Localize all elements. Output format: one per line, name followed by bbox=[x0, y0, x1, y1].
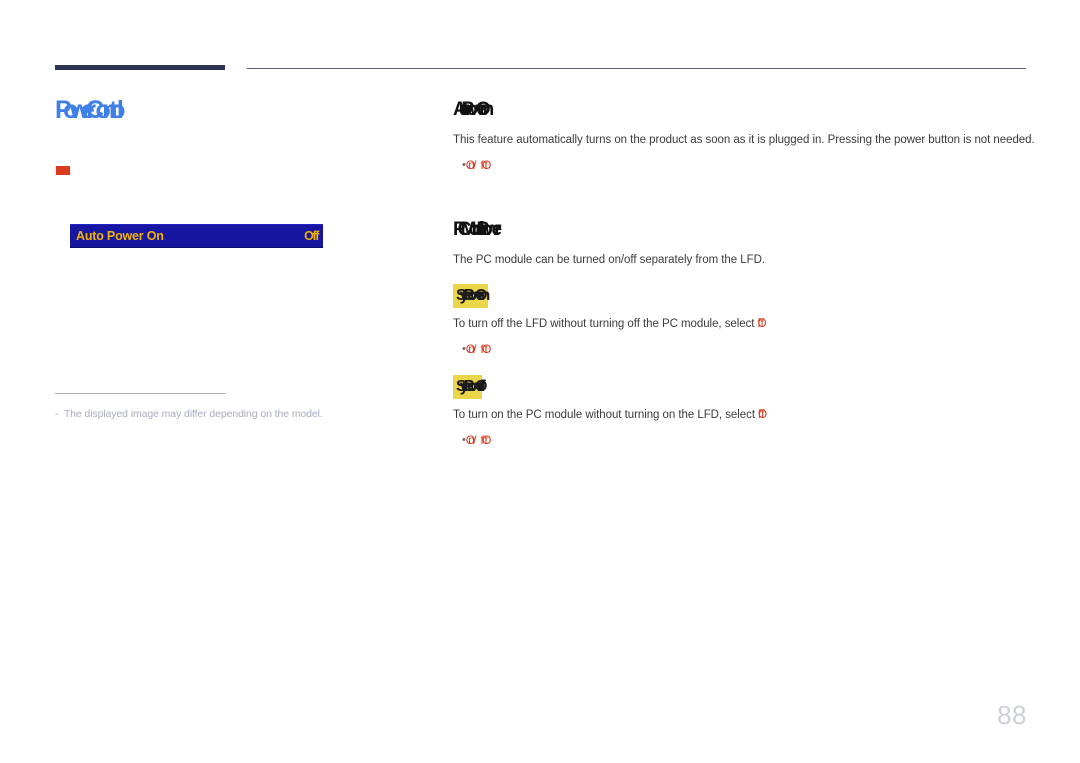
bullet-dot-icon: • bbox=[462, 434, 466, 446]
highlight-sync-power-off: Sync Power-Off bbox=[453, 375, 484, 399]
list-item: • Off / On bbox=[462, 433, 1028, 447]
paragraph-sync-power-off-text: To turn on the PC module without turning… bbox=[453, 409, 759, 421]
osd-menu-row-auto-power-on[interactable]: Auto Power On Off bbox=[70, 224, 323, 248]
breadcrumb: MENU m: ENTER E bbox=[55, 147, 415, 178]
highlight-label: Sync Power-On bbox=[456, 287, 490, 304]
footnote-text: - The displayed image may differ dependi… bbox=[55, 408, 323, 420]
paragraph-sync-power-on-text: To turn off the LFD without turning off … bbox=[453, 318, 758, 330]
sync-power-on-block: Sync Power-On To turn off the LFD withou… bbox=[453, 284, 1028, 356]
bullet-dot-icon: • bbox=[462, 343, 466, 355]
header-accent-bar bbox=[55, 65, 225, 70]
heading-pc-module-power: PC Module Power bbox=[453, 219, 501, 240]
page-header-rules bbox=[0, 0, 1080, 80]
paragraph-auto-power-on: This feature automatically turns on the … bbox=[453, 134, 1035, 146]
paragraph-pc-module-power: The PC module can be turned on/off separ… bbox=[453, 254, 765, 266]
heading-auto-power-on: Auto Power On bbox=[453, 99, 494, 120]
page-number: 88 bbox=[997, 700, 1027, 730]
page-title: Power Control bbox=[55, 96, 124, 124]
osd-item-label: Auto Power On bbox=[76, 229, 164, 243]
paragraph-sync-power-on: To turn off the LFD without turning off … bbox=[453, 316, 1028, 332]
left-column: Power Control MENU m: ENTER E bbox=[55, 95, 415, 178]
paragraph-sync-power-off: To turn on the PC module without turning… bbox=[453, 407, 1028, 423]
highlight-label: Sync Power-Off bbox=[456, 378, 484, 395]
bullet-dot-icon: • bbox=[462, 159, 466, 171]
highlight-sync-power-on: Sync Power-On bbox=[453, 284, 490, 308]
breadcrumb-menu-path: MENU m bbox=[55, 163, 71, 178]
list-item: • Off / On bbox=[462, 342, 1028, 356]
header-divider-line bbox=[247, 68, 1026, 69]
footnote-block: - The displayed image may differ dependi… bbox=[55, 393, 415, 421]
sync-power-off-block: Sync Power-Off To turn on the PC module … bbox=[453, 375, 1028, 447]
right-column: Auto Power On This feature automatically… bbox=[453, 98, 1035, 447]
osd-item-value: Off bbox=[304, 229, 319, 243]
footnote-divider bbox=[55, 393, 226, 394]
list-item: • Off / On bbox=[462, 158, 1028, 172]
